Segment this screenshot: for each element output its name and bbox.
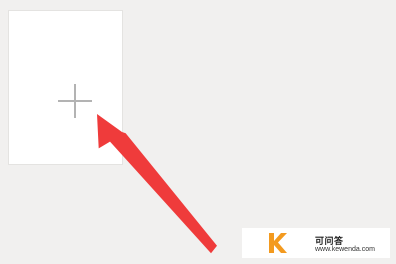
watermark-logo <box>269 233 287 253</box>
watermark: 可问答 www.kewenda.com <box>242 228 390 258</box>
screen: 可问答 www.kewenda.com <box>0 0 396 264</box>
plus-icon[interactable] <box>58 84 92 118</box>
watermark-url: www.kewenda.com <box>315 246 375 253</box>
add-item-tile[interactable] <box>8 10 123 165</box>
